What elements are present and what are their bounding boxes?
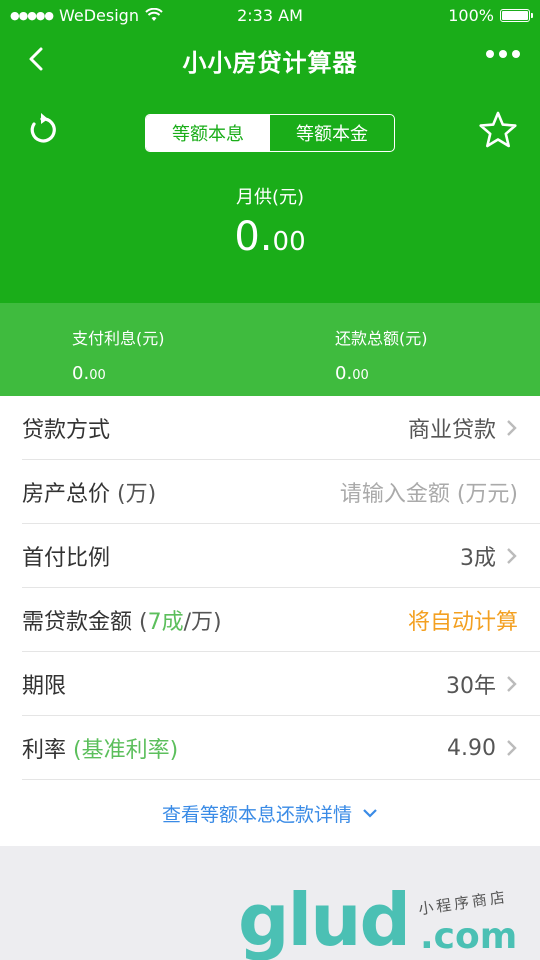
- loan-amount-value: 将自动计算: [407, 610, 518, 635]
- tab-equal-installment[interactable]: 等额本息: [146, 115, 270, 151]
- monthly-dec: 00: [272, 227, 306, 257]
- status-bar: ●●●●● WeDesign 2:33 AM 100%: [0, 0, 540, 30]
- house-price-unit: (万): [110, 482, 157, 507]
- header-panel: ●●●●● WeDesign 2:33 AM 100% 小小房贷计算器 等额本息…: [0, 0, 540, 303]
- total-dec: 00: [352, 368, 369, 383]
- interest-dec: 00: [89, 368, 106, 383]
- battery-icon: [500, 8, 533, 22]
- down-payment-label: 首付比例: [22, 546, 111, 571]
- loan-amount-paren: (: [132, 610, 148, 635]
- interest-value: 0.00: [72, 363, 165, 384]
- loan-amount-label: 需贷款金额: [22, 610, 133, 635]
- chevron-right-icon: [507, 740, 517, 756]
- total-int: 0.: [335, 363, 353, 384]
- loan-type-value: 商业贷款: [407, 418, 496, 443]
- form-list: 贷款方式 商业贷款 房产总价 (万) 请输入金额 (万元) 首付比例 3成 需贷…: [0, 396, 540, 780]
- interest-summary: 支付利息(元) 0.00: [72, 325, 165, 384]
- signal-icon: ●●●●●: [10, 8, 54, 22]
- loan-amount-unit: /万): [183, 610, 222, 635]
- chevron-down-icon: [363, 809, 377, 818]
- term-value: 30年: [446, 674, 496, 699]
- view-details-label: 查看等额本息还款详情: [161, 803, 352, 826]
- term-label: 期限: [22, 674, 67, 699]
- watermark-domain: .com: [420, 916, 518, 957]
- interest-label: 支付利息(元): [72, 329, 165, 348]
- term-row[interactable]: 期限 30年: [0, 652, 540, 716]
- refresh-icon[interactable]: [24, 112, 60, 148]
- loan-type-row[interactable]: 贷款方式 商业贷款: [0, 396, 540, 460]
- more-icon[interactable]: [486, 50, 520, 58]
- watermark-glud: glud: [238, 878, 411, 960]
- view-details-link[interactable]: 查看等额本息还款详情: [0, 780, 540, 846]
- star-icon[interactable]: [478, 110, 518, 150]
- total-value: 0.00: [335, 363, 428, 384]
- watermark-tagline: 小程序商店: [417, 887, 509, 919]
- loan-type-label: 贷款方式: [22, 418, 111, 443]
- monthly-int: 0.: [234, 214, 273, 260]
- tab-equal-principal[interactable]: 等额本金: [270, 115, 394, 151]
- repayment-method-toggle: 等额本息 等额本金: [145, 114, 395, 152]
- house-price-input[interactable]: 请输入金额 (万元): [340, 476, 518, 508]
- rate-label: 利率: [22, 738, 67, 763]
- watermark-logo: glud .com 小程序商店: [238, 880, 538, 960]
- rate-note: (基准利率): [66, 738, 179, 763]
- house-price-row: 房产总价 (万) 请输入金额 (万元): [0, 460, 540, 524]
- toolbar: 等额本息 等额本金: [0, 90, 540, 152]
- nav-bar: 小小房贷计算器: [0, 30, 540, 90]
- down-payment-value: 3成: [460, 546, 496, 571]
- battery-percent: 100%: [448, 5, 494, 25]
- summary-panel: 支付利息(元) 0.00 还款总额(元) 0.00: [0, 303, 540, 396]
- interest-int: 0.: [72, 363, 90, 384]
- loan-amount-row: 需贷款金额 (7成/万) 将自动计算: [0, 588, 540, 652]
- rate-value: 4.90: [447, 735, 496, 761]
- back-icon[interactable]: [22, 44, 52, 74]
- total-summary: 还款总额(元) 0.00: [335, 325, 428, 384]
- wifi-icon: [145, 8, 163, 21]
- rate-row[interactable]: 利率 (基准利率) 4.90: [0, 716, 540, 780]
- chevron-right-icon: [507, 420, 517, 436]
- carrier-label: WeDesign: [59, 5, 139, 25]
- monthly-payment-value: 0.00: [0, 214, 540, 260]
- chevron-right-icon: [507, 548, 517, 564]
- loan-ratio: 7成: [147, 610, 184, 635]
- house-price-label: 房产总价: [22, 482, 111, 507]
- page-title: 小小房贷计算器: [182, 48, 358, 77]
- monthly-payment-label: 月供(元): [235, 187, 305, 208]
- total-label: 还款总额(元): [335, 329, 428, 348]
- chevron-right-icon: [507, 676, 517, 692]
- down-payment-row[interactable]: 首付比例 3成: [0, 524, 540, 588]
